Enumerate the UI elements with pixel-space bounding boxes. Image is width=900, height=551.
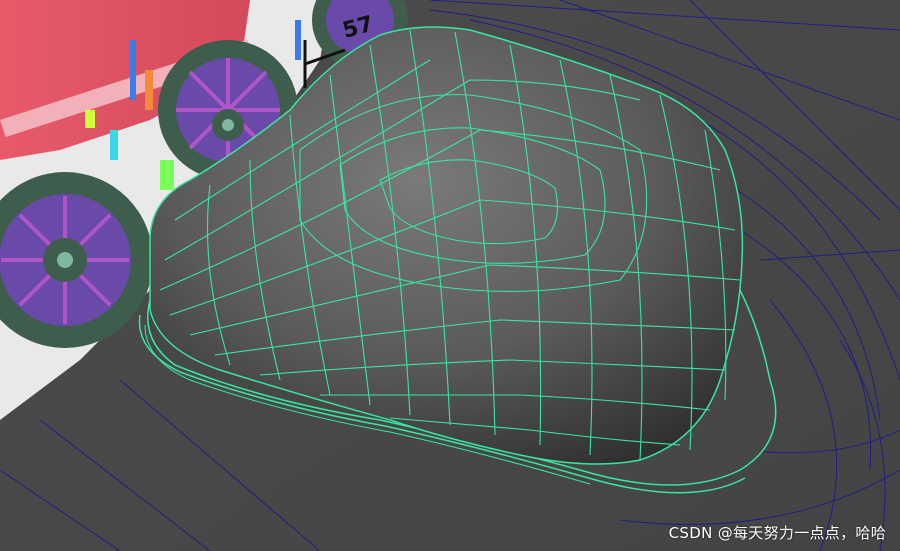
modeling-viewport[interactable]: 57	[0, 0, 900, 551]
watermark-text: CSDN @每天努力一点点，哈哈	[668, 524, 886, 542]
